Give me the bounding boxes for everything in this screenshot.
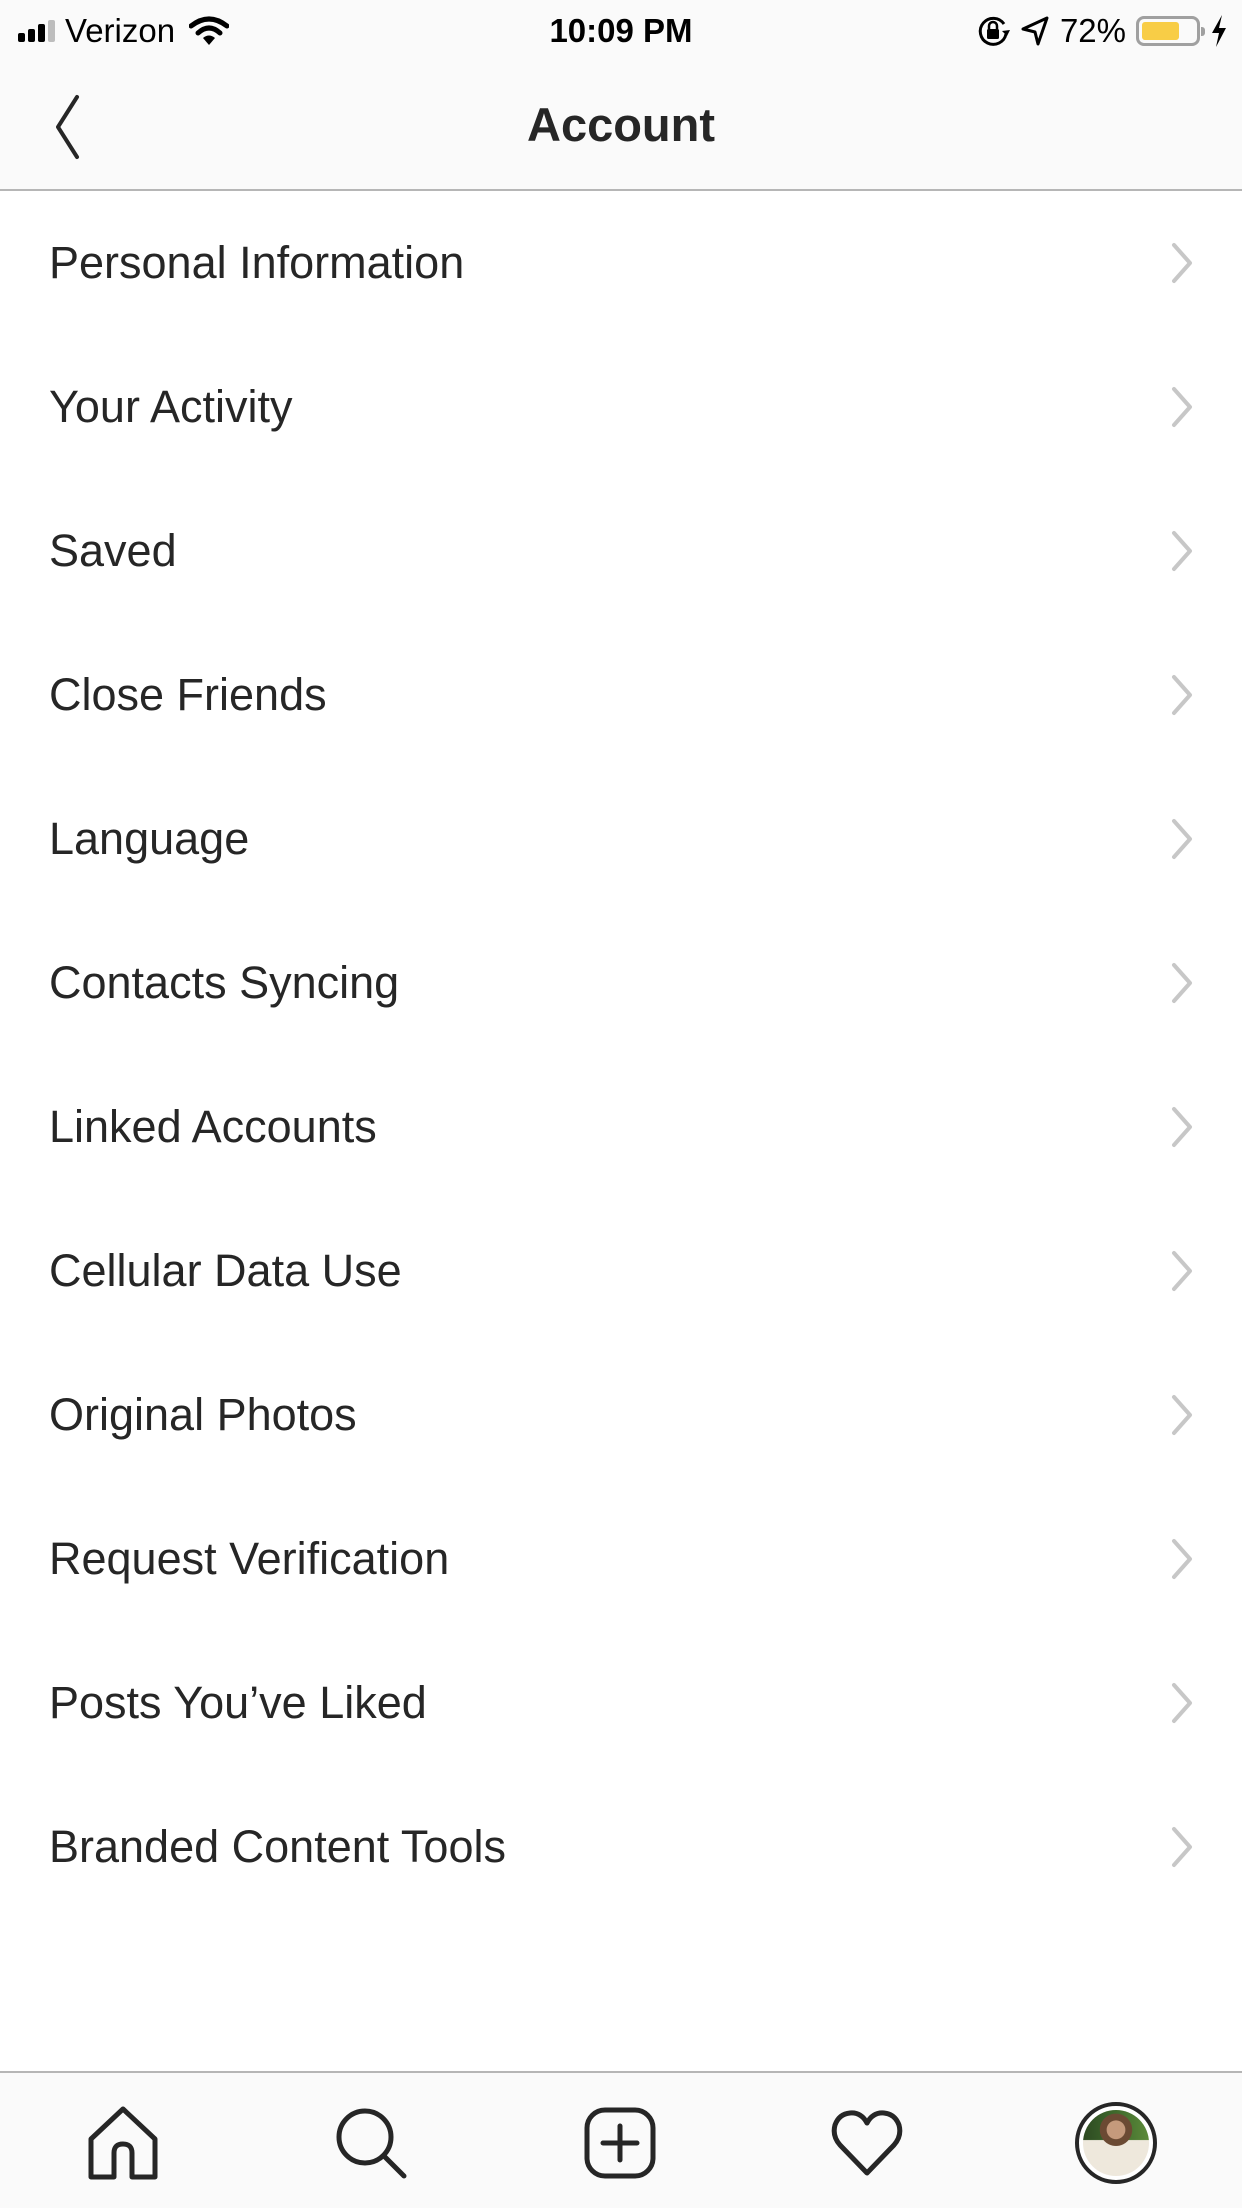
- menu-item-label: Cellular Data Use: [49, 1245, 402, 1296]
- menu-item-close-friends[interactable]: Close Friends: [0, 623, 1242, 767]
- menu-item-label: Personal Information: [49, 237, 465, 288]
- menu-item-label: Posts You’ve Liked: [49, 1677, 427, 1728]
- chevron-right-icon: [1172, 819, 1192, 859]
- tab-profile[interactable]: [1066, 2093, 1166, 2193]
- menu-item-linked-accounts[interactable]: Linked Accounts: [0, 1055, 1242, 1199]
- menu-item-label: Request Verification: [49, 1533, 450, 1584]
- menu-item-contacts-syncing[interactable]: Contacts Syncing: [0, 911, 1242, 1055]
- plus-square-icon: [584, 2107, 656, 2179]
- charging-bolt-icon: [1212, 15, 1226, 47]
- menu-item-branded-content-tools[interactable]: Branded Content Tools: [0, 1775, 1242, 1919]
- menu-item-label: Your Activity: [49, 381, 293, 432]
- menu-item-label: Original Photos: [49, 1389, 357, 1440]
- chevron-right-icon: [1172, 531, 1192, 571]
- menu-item-personal-information[interactable]: Personal Information: [0, 191, 1242, 335]
- status-bar: Verizon 10:09 PM 72%: [0, 0, 1242, 62]
- battery-level-fill: [1142, 22, 1180, 40]
- battery-percent: 72%: [1059, 12, 1126, 49]
- menu-item-label: Saved: [49, 525, 177, 576]
- chevron-right-icon: [1172, 1539, 1192, 1579]
- menu-item-language[interactable]: Language: [0, 767, 1242, 911]
- tab-search[interactable]: [321, 2093, 421, 2193]
- account-menu-list: Personal Information Your Activity Saved Cl…: [0, 191, 1242, 1919]
- home-icon: [88, 2106, 158, 2180]
- menu-item-label: Branded Content Tools: [49, 1821, 506, 1872]
- menu-item-saved[interactable]: Saved: [0, 479, 1242, 623]
- status-bar-right: 72%: [976, 10, 1228, 52]
- menu-item-your-activity[interactable]: Your Activity: [0, 335, 1242, 479]
- page-title: Account: [527, 98, 715, 151]
- heart-icon: [831, 2110, 903, 2176]
- chevron-right-icon: [1172, 675, 1192, 715]
- chevron-right-icon: [1172, 1107, 1192, 1147]
- menu-item-request-verification[interactable]: Request Verification: [0, 1487, 1242, 1631]
- menu-item-label: Language: [49, 813, 250, 864]
- chevron-right-icon: [1172, 1827, 1192, 1867]
- menu-item-posts-you-ve-liked[interactable]: Posts You’ve Liked: [0, 1631, 1242, 1775]
- chevron-right-icon: [1172, 963, 1192, 1003]
- menu-item-original-photos[interactable]: Original Photos: [0, 1343, 1242, 1487]
- location-arrow-icon: [1021, 16, 1049, 46]
- tab-bar: [0, 2071, 1242, 2208]
- menu-item-label: Close Friends: [49, 669, 327, 720]
- search-icon: [336, 2108, 407, 2179]
- menu-item-label: Linked Accounts: [49, 1101, 377, 1152]
- chevron-right-icon: [1172, 1683, 1192, 1723]
- profile-photo: [1083, 2110, 1149, 2176]
- menu-item-cellular-data-use[interactable]: Cellular Data Use: [0, 1199, 1242, 1343]
- chevron-right-icon: [1172, 1395, 1192, 1435]
- menu-item-label: Contacts Syncing: [49, 957, 400, 1008]
- rotation-lock-icon: [978, 16, 1010, 46]
- avatar: [1075, 2102, 1157, 2184]
- tab-new-post[interactable]: [570, 2093, 670, 2193]
- chevron-right-icon: [1172, 1251, 1192, 1291]
- tab-home[interactable]: [73, 2093, 173, 2193]
- chevron-right-icon: [1172, 387, 1192, 427]
- tab-activity[interactable]: [817, 2093, 917, 2193]
- chevron-right-icon: [1172, 243, 1192, 283]
- nav-bar: Account: [0, 62, 1242, 191]
- battery-icon: [1136, 16, 1205, 46]
